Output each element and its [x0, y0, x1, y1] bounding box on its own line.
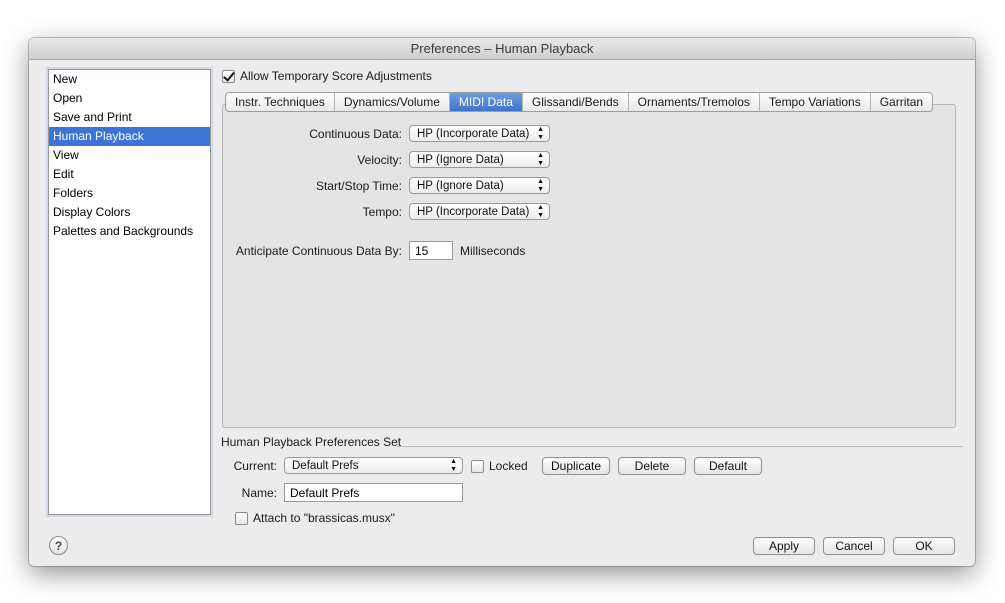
locked-label: Locked [489, 459, 528, 473]
tab-content-pane [222, 104, 956, 428]
tab-midi-data[interactable]: MIDI Data [449, 93, 523, 111]
current-prefs-value: Default Prefs [292, 460, 359, 472]
allow-temp-adjustments-checkbox[interactable] [222, 69, 235, 83]
group-divider [397, 446, 963, 447]
popup-arrows-icon: ▲ ▼ [537, 151, 544, 167]
tab-glissandi-bends[interactable]: Glissandi/Bends [523, 93, 629, 111]
tab-garritan[interactable]: Garritan [871, 93, 932, 111]
anticipate-label: Anticipate Continuous Data By: [235, 244, 402, 258]
anticipate-input[interactable] [409, 241, 453, 260]
tab-tempo-variations[interactable]: Tempo Variations [760, 93, 871, 111]
velocity-value: HP (Ignore Data) [417, 154, 504, 166]
cancel-button[interactable]: Cancel [823, 537, 885, 555]
locked-checkbox[interactable] [471, 459, 484, 473]
popup-arrows-icon: ▲ ▼ [537, 177, 544, 193]
attach-label: Attach to "brassicas.musx" [253, 511, 395, 525]
sidebar-item-display-colors[interactable]: Display Colors [49, 203, 210, 222]
help-button[interactable]: ? [49, 536, 68, 555]
sidebar-item-save-and-print[interactable]: Save and Print [49, 108, 210, 127]
velocity-label: Velocity: [357, 153, 402, 167]
preferences-window: Preferences – Human Playback New Open Sa… [29, 38, 975, 566]
attach-row[interactable]: Attach to "brassicas.musx" [235, 511, 395, 525]
sidebar-item-folders[interactable]: Folders [49, 184, 210, 203]
tab-instr-techniques[interactable]: Instr. Techniques [226, 93, 335, 111]
delete-button[interactable]: Delete [618, 457, 686, 475]
name-input[interactable] [284, 483, 463, 502]
sidebar-item-palettes-and-backgrounds[interactable]: Palettes and Backgrounds [49, 222, 210, 241]
current-label: Current: [233, 459, 277, 473]
sidebar-list[interactable]: New Open Save and Print Human Playback V… [48, 69, 211, 515]
sidebar-item-open[interactable]: Open [49, 89, 210, 108]
start-stop-time-value: HP (Ignore Data) [417, 180, 504, 192]
continuous-data-label: Continuous Data: [309, 127, 402, 141]
ok-button[interactable]: OK [893, 537, 955, 555]
window-title: Preferences – Human Playback [29, 38, 975, 60]
tempo-value: HP (Incorporate Data) [417, 206, 530, 218]
locked-row[interactable]: Locked [471, 459, 528, 473]
allow-temp-adjustments-row[interactable]: Allow Temporary Score Adjustments [222, 69, 432, 83]
popup-arrows-icon: ▲ ▼ [537, 203, 544, 219]
default-button[interactable]: Default [694, 457, 762, 475]
start-stop-time-label: Start/Stop Time: [315, 179, 402, 193]
sidebar-item-human-playback[interactable]: Human Playback [49, 127, 210, 146]
apply-button[interactable]: Apply [753, 537, 815, 555]
tab-bar: Instr. Techniques Dynamics/Volume MIDI D… [225, 92, 934, 112]
popup-arrows-icon: ▲ ▼ [450, 457, 457, 473]
sidebar-item-edit[interactable]: Edit [49, 165, 210, 184]
continuous-data-value: HP (Incorporate Data) [417, 128, 530, 140]
allow-temp-adjustments-label: Allow Temporary Score Adjustments [240, 69, 432, 83]
current-prefs-popup[interactable]: Default Prefs ▲ ▼ [284, 457, 463, 474]
duplicate-button[interactable]: Duplicate [542, 457, 610, 475]
attach-checkbox[interactable] [235, 511, 248, 525]
sidebar-item-view[interactable]: View [49, 146, 210, 165]
prefs-set-title: Human Playback Preferences Set [221, 435, 402, 449]
velocity-popup[interactable]: HP (Ignore Data) ▲ ▼ [409, 151, 550, 168]
sidebar-item-new[interactable]: New [49, 70, 210, 89]
name-label: Name: [241, 486, 277, 500]
milliseconds-label: Milliseconds [460, 244, 526, 258]
tempo-popup[interactable]: HP (Incorporate Data) ▲ ▼ [409, 203, 550, 220]
continuous-data-popup[interactable]: HP (Incorporate Data) ▲ ▼ [409, 125, 550, 142]
tab-ornaments-tremolos[interactable]: Ornaments/Tremolos [629, 93, 760, 111]
tempo-label: Tempo: [362, 205, 402, 219]
start-stop-time-popup[interactable]: HP (Ignore Data) ▲ ▼ [409, 177, 550, 194]
popup-arrows-icon: ▲ ▼ [537, 125, 544, 141]
tab-dynamics-volume[interactable]: Dynamics/Volume [335, 93, 450, 111]
